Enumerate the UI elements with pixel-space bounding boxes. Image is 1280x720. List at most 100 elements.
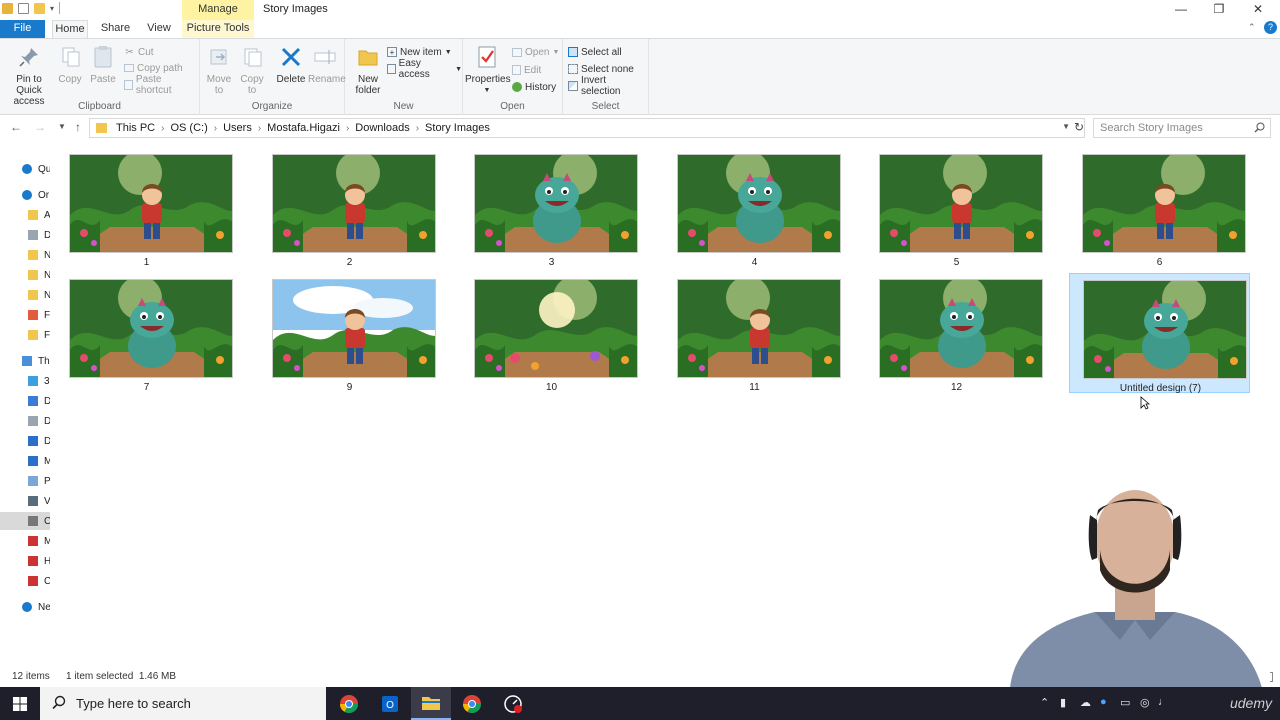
breadcrumb-item[interactable]: Downloads — [355, 122, 409, 134]
recent-locations-chevron-icon[interactable]: ▼ — [54, 119, 70, 135]
nav-item[interactable]: A — [0, 206, 50, 224]
file-thumbnail-tile[interactable]: 6 — [1069, 148, 1250, 268]
pin-to-quick-access-button[interactable]: Pin to Quick access — [4, 43, 54, 107]
forward-arrow-icon[interactable]: → — [32, 119, 48, 135]
invert-selection-button[interactable]: Invert selection — [568, 75, 648, 97]
show-hidden-icons-chevron-icon[interactable]: ⌃ — [1040, 696, 1049, 709]
copy-button[interactable]: Copy — [58, 43, 82, 85]
file-thumbnail-tile[interactable]: 10 — [461, 273, 642, 393]
up-arrow-icon[interactable]: ↑ — [70, 119, 86, 135]
move-to-button[interactable]: Move to — [206, 43, 232, 96]
customize-toolbar-icon[interactable]: ▾ — [50, 4, 54, 13]
nav-item[interactable]: F — [0, 306, 50, 324]
delete-button[interactable]: Delete — [276, 43, 306, 85]
tab-file[interactable]: File — [0, 20, 45, 38]
onedrive-cloud-icon[interactable]: ☁ — [1080, 696, 1091, 709]
nav-item[interactable]: P — [0, 472, 50, 490]
nav-item[interactable]: C — [0, 512, 50, 530]
search-input[interactable] — [1094, 119, 1244, 137]
file-explorer-taskbar-icon[interactable] — [411, 687, 451, 720]
edit-button[interactable]: Edit — [512, 62, 541, 78]
nav-item[interactable]: D — [0, 432, 50, 450]
nav-item[interactable]: N — [0, 286, 50, 304]
cut-button[interactable]: ✂ Cut — [124, 44, 153, 60]
close-button[interactable]: ✕ — [1243, 2, 1273, 18]
select-all-button[interactable]: Select all — [568, 44, 622, 60]
file-thumbnail-tile[interactable]: 9 — [259, 273, 440, 393]
restore-button[interactable]: ❐ — [1204, 2, 1234, 18]
easy-access-button[interactable]: Easy access ▼ — [387, 58, 462, 80]
nav-item[interactable]: D — [0, 226, 50, 244]
file-thumbnail-tile[interactable]: 5 — [866, 148, 1047, 268]
search-box[interactable] — [1093, 118, 1271, 138]
paste-shortcut-button[interactable]: Paste shortcut — [124, 74, 199, 96]
tab-home[interactable]: Home — [52, 20, 88, 38]
breadcrumb-separator-icon[interactable]: › — [161, 123, 164, 134]
refresh-icon[interactable]: ↻ — [1070, 119, 1088, 137]
manage-contextual-tab[interactable]: Manage — [182, 0, 254, 20]
properties-button[interactable]: Properties ▼ — [465, 43, 511, 96]
breadcrumb-separator-icon[interactable]: › — [214, 123, 217, 134]
taskbar-search[interactable]: Type here to search — [40, 687, 326, 720]
nav-item[interactable]: Ne — [0, 598, 50, 616]
nav-item-label: Qu — [38, 163, 50, 175]
file-thumbnail-tile[interactable]: 11 — [664, 273, 845, 393]
file-thumbnail-tile[interactable]: 3 — [461, 148, 642, 268]
file-thumbnail-tile[interactable]: 12 — [866, 273, 1047, 393]
nav-item[interactable]: M — [0, 452, 50, 470]
back-arrow-icon[interactable]: ← — [8, 119, 24, 135]
properties-quick-icon[interactable] — [18, 2, 29, 14]
start-button[interactable] — [0, 687, 40, 720]
nav-item[interactable]: Or — [0, 186, 50, 204]
copy-to-button[interactable]: Copy to — [240, 43, 264, 96]
wifi-icon[interactable]: ◎ — [1140, 696, 1150, 709]
breadcrumb-item[interactable]: OS (C:) — [170, 122, 207, 134]
nav-item[interactable]: V — [0, 492, 50, 510]
nav-item[interactable]: F — [0, 326, 50, 344]
paste-button[interactable]: Paste — [88, 43, 118, 85]
breadcrumb-item[interactable]: Story Images — [425, 122, 490, 134]
volume-icon[interactable]: ♩ — [1158, 696, 1169, 708]
nav-item[interactable]: Th — [0, 352, 50, 370]
minimize-button[interactable]: — — [1166, 2, 1196, 18]
file-thumbnail-tile[interactable]: 4 — [664, 148, 845, 268]
microphone-icon[interactable]: ▮ — [1060, 696, 1066, 709]
new-folder-quick-icon[interactable] — [34, 2, 45, 14]
breadcrumb-separator-icon[interactable]: › — [258, 123, 261, 134]
nav-item[interactable]: M — [0, 532, 50, 550]
nav-item[interactable]: D — [0, 412, 50, 430]
nav-item[interactable]: Qu — [0, 160, 50, 178]
history-button[interactable]: History — [512, 79, 556, 95]
tab-share[interactable]: Share — [98, 20, 133, 38]
chrome-taskbar-icon[interactable] — [329, 687, 369, 720]
tab-view[interactable]: View — [143, 20, 175, 38]
file-thumbnail-tile[interactable]: 2 — [259, 148, 440, 268]
breadcrumb-separator-icon[interactable]: › — [346, 123, 349, 134]
help-icon[interactable]: ? — [1264, 21, 1277, 34]
outlook-taskbar-icon[interactable]: O — [370, 687, 410, 720]
new-folder-button[interactable]: New folder — [351, 43, 385, 96]
tab-picture-tools[interactable]: Picture Tools — [182, 20, 254, 38]
address-dropdown-icon[interactable]: ▼ — [1062, 122, 1070, 131]
breadcrumb-separator-icon[interactable]: › — [416, 123, 419, 134]
nav-item[interactable]: C — [0, 572, 50, 590]
nav-item[interactable]: 3 — [0, 372, 50, 390]
nav-item[interactable]: H — [0, 552, 50, 570]
nav-item[interactable]: N — [0, 246, 50, 264]
chrome-window-taskbar-icon[interactable] — [452, 687, 492, 720]
nav-item[interactable]: N — [0, 266, 50, 284]
battery-icon[interactable]: ▭ — [1120, 696, 1130, 709]
screen-recorder-taskbar-icon[interactable] — [493, 687, 533, 720]
address-bar[interactable]: This PC › OS (C:) › Users › Mostafa.Higazi › Dow… — [89, 118, 1085, 138]
file-thumbnail-tile[interactable]: 7 — [56, 273, 237, 393]
skype-icon[interactable]: ● — [1100, 696, 1107, 708]
open-button[interactable]: Open ▼ — [512, 44, 559, 60]
nav-item[interactable]: D — [0, 392, 50, 410]
breadcrumb-item[interactable]: This PC — [116, 122, 155, 134]
breadcrumb-item[interactable]: Mostafa.Higazi — [267, 122, 340, 134]
file-thumbnail-tile[interactable]: 1 — [56, 148, 237, 268]
collapse-ribbon-icon[interactable]: ⌃ — [1248, 22, 1256, 33]
breadcrumb-item[interactable]: Users — [223, 122, 252, 134]
rename-button[interactable]: Rename — [308, 43, 346, 85]
file-thumbnail-tile[interactable]: Untitled design (7) — [1069, 273, 1250, 394]
